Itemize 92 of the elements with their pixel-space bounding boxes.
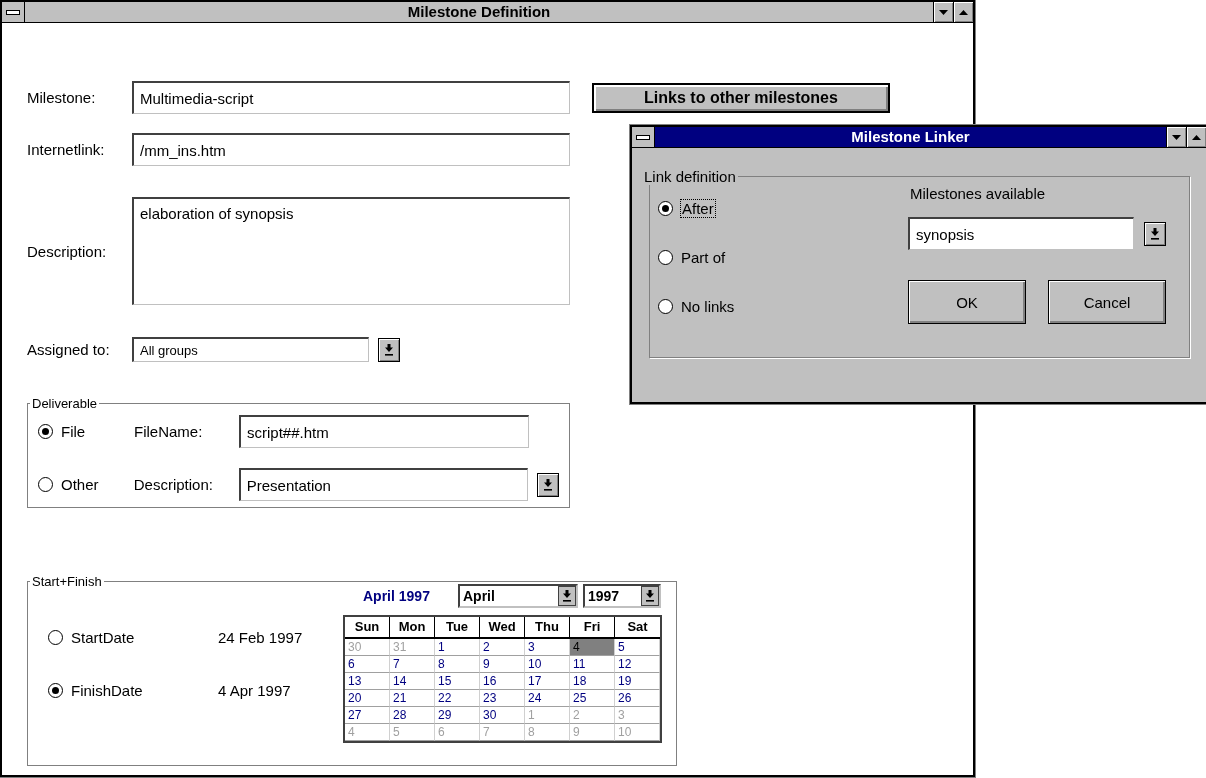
cancel-button[interactable]: Cancel [1048, 280, 1166, 324]
calendar-day[interactable]: 12 [615, 656, 660, 673]
calendar-day[interactable]: 30 [480, 707, 525, 724]
ok-button[interactable]: OK [908, 280, 1026, 324]
dash-icon [636, 134, 650, 140]
calendar-day[interactable]: 27 [345, 707, 390, 724]
calendar-day[interactable]: 22 [435, 690, 480, 707]
dropdown-button[interactable] [1144, 221, 1166, 246]
down-arrow-icon [562, 590, 572, 602]
calendar-day[interactable]: 24 [525, 690, 570, 707]
field-label: Description: [27, 242, 108, 260]
window-title: Milestone Definition [406, 2, 552, 22]
calendar-day[interactable]: 25 [570, 690, 615, 707]
radio-label: Other [61, 476, 99, 493]
group-title: Start+Finish [31, 574, 103, 589]
calendar-day[interactable]: 29 [435, 707, 480, 724]
field-label: Description: [133, 476, 214, 493]
radio-label: No links [681, 298, 735, 315]
radio-button[interactable] [38, 424, 53, 439]
links-button[interactable]: Links to other milestones [592, 82, 890, 113]
down-arrow-icon [1150, 227, 1160, 240]
assigned-to-field[interactable]: All groups [132, 337, 369, 362]
triangle-up-icon [1192, 134, 1201, 140]
maximize-button[interactable] [1186, 127, 1206, 147]
calendar-day[interactable]: 23 [480, 690, 525, 707]
radio-button[interactable] [38, 477, 53, 492]
calendar-day[interactable]: 9 [480, 656, 525, 673]
radio-label: File [61, 423, 86, 440]
date-value: 4 Apr 1997 [218, 682, 292, 699]
date-value: 24 Feb 1997 [218, 629, 304, 646]
calendar-day[interactable]: 15 [435, 673, 480, 690]
calendar-day[interactable]: 19 [615, 673, 660, 690]
radio-button[interactable] [48, 683, 63, 698]
milestone-field[interactable]: Multimedia-script [132, 81, 570, 114]
radio-label: FinishDate [71, 682, 143, 699]
milestone-select[interactable]: synopsis [908, 217, 1134, 250]
description-field[interactable]: Presentation [238, 468, 528, 501]
calendar-day[interactable]: 2 [480, 639, 525, 656]
radio-label: StartDate [71, 629, 135, 646]
radio-label: Part of [681, 249, 726, 266]
filename-field[interactable]: script##.htm [239, 415, 529, 448]
triangle-down-icon [939, 9, 948, 15]
calendar-day[interactable]: 5 [615, 639, 660, 656]
calendar-day[interactable]: 17 [525, 673, 570, 690]
dropdown-button[interactable] [378, 337, 400, 362]
calendar-day[interactable]: 21 [390, 690, 435, 707]
radio-button[interactable] [658, 250, 673, 265]
dropdown-button[interactable] [537, 472, 559, 497]
internetlink-field[interactable]: /mm_ins.htm [132, 133, 570, 166]
description-field[interactable]: elaboration of synopsis [132, 197, 570, 305]
field-label: Assigned to: [27, 341, 111, 358]
triangle-up-icon [959, 9, 968, 15]
calendar-day[interactable]: 13 [345, 673, 390, 690]
field-label: Milestone: [27, 89, 97, 106]
calendar-day[interactable]: 14 [390, 673, 435, 690]
calendar-day[interactable]: 1 [435, 639, 480, 656]
calendar-day[interactable]: 28 [390, 707, 435, 724]
calendar-day[interactable]: 10 [525, 656, 570, 673]
calendar-day[interactable]: 6 [345, 656, 390, 673]
month-select[interactable]: April [458, 584, 578, 608]
group-title: Deliverable [31, 396, 99, 411]
field-label: Milestones available [910, 185, 1047, 202]
window-title: Milestone Linker [850, 127, 971, 147]
calendar-day[interactable]: 7 [390, 656, 435, 673]
down-arrow-icon [384, 343, 394, 356]
maximize-button[interactable] [953, 2, 973, 22]
calendar-day[interactable]: 26 [615, 690, 660, 707]
year-select[interactable]: 1997 [583, 584, 661, 608]
down-arrow-icon [645, 590, 655, 602]
down-arrow-icon [543, 478, 553, 491]
radio-label: After [681, 200, 715, 217]
field-label: Internetlink: [27, 141, 106, 158]
calendar-day[interactable]: 8 [435, 656, 480, 673]
radio-button[interactable] [658, 201, 673, 216]
calendar-day[interactable]: 20 [345, 690, 390, 707]
calendar-day[interactable]: 4 [570, 639, 615, 656]
calendar-day[interactable]: 16 [480, 673, 525, 690]
system-menu-button[interactable] [632, 127, 655, 147]
dropdown-button[interactable] [641, 586, 659, 606]
calendar-caption: April 1997 [362, 588, 431, 604]
group-title: Link definition [643, 168, 737, 185]
calendar-day[interactable]: 3 [525, 639, 570, 656]
radio-button[interactable] [658, 299, 673, 314]
field-label: FileName: [134, 423, 204, 440]
calendar-day[interactable]: 18 [570, 673, 615, 690]
dropdown-button[interactable] [558, 586, 576, 606]
calendar-day[interactable]: 11 [570, 656, 615, 673]
minimize-button[interactable] [933, 2, 953, 22]
radio-button[interactable] [48, 630, 63, 645]
triangle-down-icon [1172, 134, 1181, 140]
minimize-button[interactable] [1166, 127, 1186, 147]
dash-icon [6, 9, 20, 15]
